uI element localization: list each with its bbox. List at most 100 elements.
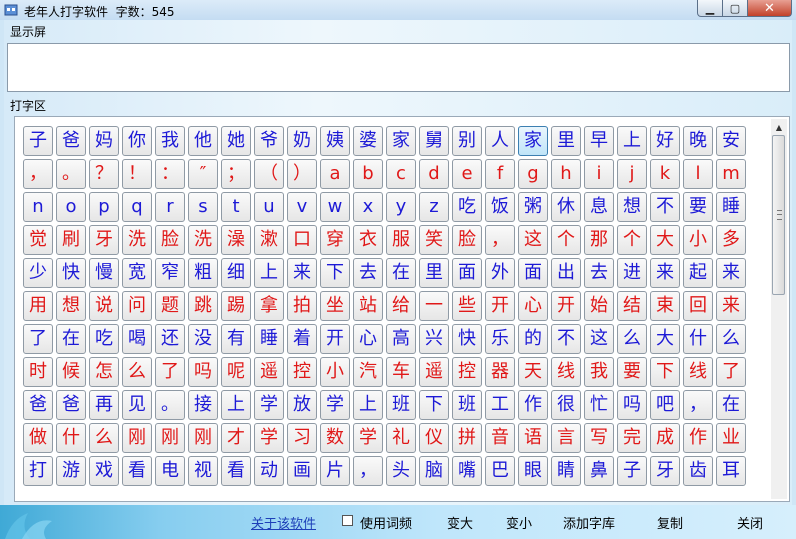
char-key[interactable]: 上 (221, 390, 251, 420)
char-key[interactable]: 什 (683, 324, 713, 354)
char-key[interactable]: 高 (386, 324, 416, 354)
char-key[interactable]: 妈 (89, 126, 119, 156)
char-key[interactable]: 齿 (683, 456, 713, 486)
char-key[interactable]: 束 (650, 291, 680, 321)
char-key[interactable]: 爷 (254, 126, 284, 156)
char-key[interactable]: 着 (287, 324, 317, 354)
char-key[interactable]: 姨 (320, 126, 350, 156)
char-key[interactable]: 外 (485, 258, 515, 288)
char-key[interactable]: 线 (683, 357, 713, 387)
char-key[interactable]: 宽 (122, 258, 152, 288)
char-key[interactable]: 休 (551, 192, 581, 222)
char-key[interactable]: 衣 (353, 225, 383, 255)
char-key[interactable]: 澡 (221, 225, 251, 255)
char-key[interactable]: 牙 (650, 456, 680, 486)
char-key[interactable]: 在 (56, 324, 86, 354)
display-screen[interactable] (7, 43, 790, 92)
char-key[interactable]: 还 (155, 324, 185, 354)
char-key[interactable]: 开 (485, 291, 515, 321)
char-key[interactable]: f (485, 159, 515, 189)
char-key[interactable]: 控 (452, 357, 482, 387)
char-key[interactable]: 婆 (353, 126, 383, 156)
char-key[interactable]: 要 (683, 192, 713, 222)
char-key[interactable]: 再 (89, 390, 119, 420)
char-key[interactable]: 家 (386, 126, 416, 156)
char-key[interactable]: 说 (89, 291, 119, 321)
char-key[interactable]: 鼻 (584, 456, 614, 486)
char-key[interactable]: 做 (23, 423, 53, 453)
char-key[interactable]: 班 (386, 390, 416, 420)
char-key[interactable]: 学 (353, 423, 383, 453)
char-key[interactable]: ） (287, 159, 317, 189)
char-key[interactable]: 家 (518, 126, 548, 156)
char-key[interactable]: 里 (551, 126, 581, 156)
char-key[interactable]: 学 (254, 423, 284, 453)
scroll-up-arrow-icon[interactable]: ▲ (771, 119, 787, 135)
char-key[interactable]: 问 (122, 291, 152, 321)
char-key[interactable]: 眼 (518, 456, 548, 486)
char-key[interactable]: y (386, 192, 416, 222)
char-key[interactable]: 窄 (155, 258, 185, 288)
char-key[interactable]: 爸 (56, 390, 86, 420)
char-key[interactable]: 下 (419, 390, 449, 420)
char-key[interactable]: 脑 (419, 456, 449, 486)
char-key[interactable]: 少 (23, 258, 53, 288)
char-key[interactable]: 爸 (56, 126, 86, 156)
vertical-scrollbar[interactable]: ▲ (771, 119, 787, 499)
char-key[interactable]: 慢 (89, 258, 119, 288)
char-key[interactable]: ； (221, 159, 251, 189)
char-key[interactable]: 作 (683, 423, 713, 453)
char-key[interactable]: 刷 (56, 225, 86, 255)
char-key[interactable]: 刚 (155, 423, 185, 453)
maximize-button[interactable]: ▢ (723, 0, 748, 17)
char-key[interactable]: 怎 (89, 357, 119, 387)
char-key[interactable]: 学 (254, 390, 284, 420)
char-key[interactable]: b (353, 159, 383, 189)
char-key[interactable]: 去 (584, 258, 614, 288)
char-key[interactable]: s (188, 192, 218, 222)
char-key[interactable]: 刚 (188, 423, 218, 453)
char-key[interactable]: ： (155, 159, 185, 189)
char-key[interactable]: 吗 (188, 357, 218, 387)
char-key[interactable]: 学 (320, 390, 350, 420)
char-key[interactable]: 写 (584, 423, 614, 453)
char-key[interactable]: 喝 (122, 324, 152, 354)
scroll-thumb[interactable] (772, 135, 785, 295)
char-key[interactable]: e (452, 159, 482, 189)
char-key[interactable]: 刚 (122, 423, 152, 453)
char-key[interactable]: 脸 (452, 225, 482, 255)
char-key[interactable]: 细 (221, 258, 251, 288)
char-key[interactable]: ！ (122, 159, 152, 189)
char-key[interactable]: 跳 (188, 291, 218, 321)
char-key[interactable]: 在 (386, 258, 416, 288)
char-key[interactable]: 了 (23, 324, 53, 354)
char-key[interactable]: 睛 (551, 456, 581, 486)
char-key[interactable]: p (89, 192, 119, 222)
char-key[interactable]: 好 (650, 126, 680, 156)
char-key[interactable]: 我 (155, 126, 185, 156)
char-key[interactable]: q (122, 192, 152, 222)
char-key[interactable]: 那 (584, 225, 614, 255)
char-key[interactable]: 的 (518, 324, 548, 354)
char-key[interactable]: 牙 (89, 225, 119, 255)
char-key[interactable]: 吃 (89, 324, 119, 354)
char-key[interactable]: 多 (716, 225, 746, 255)
char-key[interactable]: 个 (617, 225, 647, 255)
char-key[interactable]: 上 (617, 126, 647, 156)
char-key[interactable]: ， (485, 225, 515, 255)
char-key[interactable]: o (56, 192, 86, 222)
close-window-button[interactable]: ✕ (748, 0, 792, 17)
char-key[interactable]: 下 (650, 357, 680, 387)
char-key[interactable]: 头 (386, 456, 416, 486)
char-key[interactable]: 口 (287, 225, 317, 255)
char-key[interactable]: 大 (650, 324, 680, 354)
char-key[interactable]: 面 (518, 258, 548, 288)
char-key[interactable]: 乐 (485, 324, 515, 354)
char-key[interactable]: z (419, 192, 449, 222)
char-key[interactable]: ？ (89, 159, 119, 189)
char-key[interactable]: 汽 (353, 357, 383, 387)
char-key[interactable]: l (683, 159, 713, 189)
char-key[interactable]: h (551, 159, 581, 189)
char-key[interactable]: 饭 (485, 192, 515, 222)
char-key[interactable]: 没 (188, 324, 218, 354)
